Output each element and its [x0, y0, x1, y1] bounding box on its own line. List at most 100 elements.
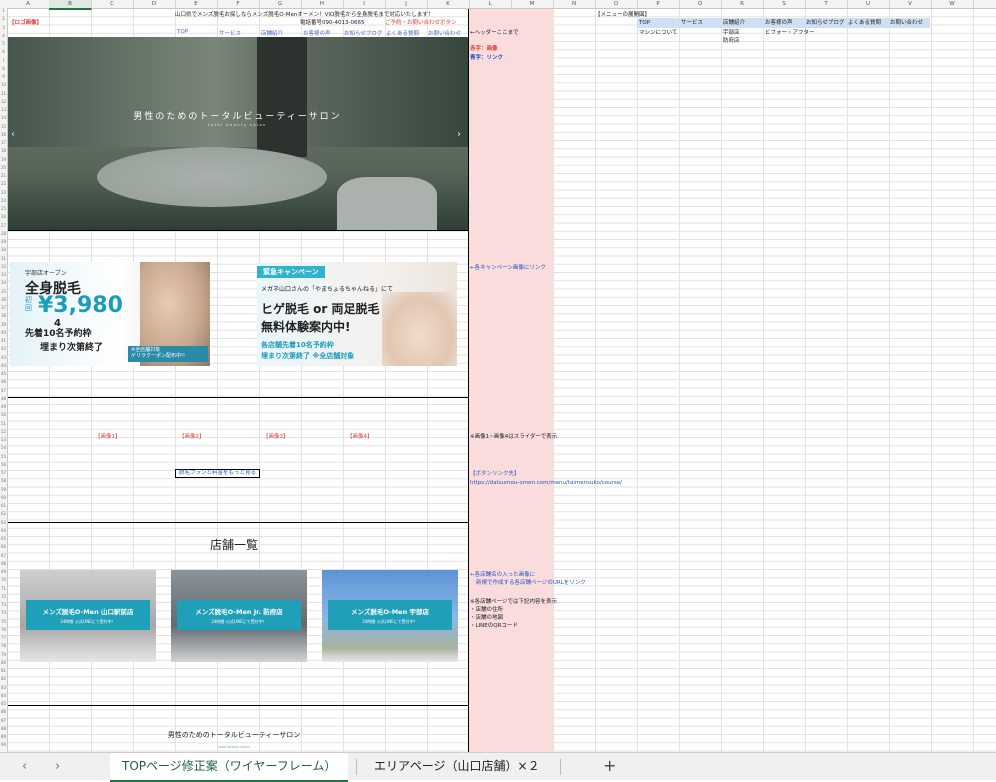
cta-button-placeholder[interactable]: ご予約・お問い合わせボタン: [385, 20, 457, 27]
campaign-banner-emergency[interactable]: 緊急キャンペーン メガネ山口さんの「やまちょるちゃんねる」にて ヒゲ脱毛 or …: [257, 262, 457, 366]
row-header[interactable]: 36: [0, 297, 7, 302]
row-header[interactable]: 84: [0, 693, 7, 698]
row-header[interactable]: 4: [0, 33, 7, 38]
column-header[interactable]: K: [427, 0, 470, 8]
row-header[interactable]: 82: [0, 676, 7, 681]
row-header[interactable]: 20: [0, 165, 7, 170]
column-header[interactable]: I: [343, 0, 386, 8]
tab-area-page[interactable]: エリアページ（山口店舗）×２: [362, 753, 552, 780]
row-header[interactable]: 60: [0, 495, 7, 500]
row-header[interactable]: 31: [0, 256, 7, 261]
column-header[interactable]: G: [259, 0, 302, 8]
prev-sheet-icon[interactable]: ‹: [22, 759, 27, 774]
row-header[interactable]: 46: [0, 379, 7, 384]
row-header[interactable]: 24: [0, 198, 7, 203]
row-header[interactable]: 3: [0, 25, 7, 30]
column-header[interactable]: C: [91, 0, 134, 8]
button-link-url[interactable]: https://datsumou-omen.com/menu/taimensuk…: [470, 480, 622, 487]
column-header[interactable]: H: [301, 0, 344, 8]
row-header[interactable]: 80: [0, 660, 7, 665]
row-header[interactable]: 64: [0, 528, 7, 533]
add-sheet-icon[interactable]: +: [603, 756, 616, 775]
row-header[interactable]: 8: [0, 66, 7, 71]
spreadsheet-grid[interactable]: 山口県でメンズ脱毛お探しならメンズ脱毛O-Menオーメン！VIO脱毛から全身脱毛…: [0, 0, 996, 752]
row-header[interactable]: 22: [0, 181, 7, 186]
column-header[interactable]: L: [469, 0, 512, 8]
row-header[interactable]: 11: [0, 91, 7, 96]
row-header[interactable]: 74: [0, 610, 7, 615]
row-header[interactable]: 90: [0, 742, 7, 747]
row-header[interactable]: 57: [0, 470, 7, 475]
column-header[interactable]: Q: [679, 0, 722, 8]
row-header[interactable]: 88: [0, 726, 7, 731]
row-header[interactable]: 52: [0, 429, 7, 434]
row-header[interactable]: 7: [0, 58, 7, 63]
column-header[interactable]: W: [931, 0, 974, 8]
row-header[interactable]: 85: [0, 701, 7, 706]
row-header[interactable]: 30: [0, 247, 7, 252]
nav-service[interactable]: サービス: [219, 29, 241, 37]
row-header[interactable]: 28: [0, 231, 7, 236]
row-header[interactable]: 69: [0, 569, 7, 574]
row-header[interactable]: 26: [0, 214, 7, 219]
row-header[interactable]: 14: [0, 115, 7, 120]
row-header[interactable]: 37: [0, 305, 7, 310]
row-header[interactable]: 53: [0, 437, 7, 442]
row-header[interactable]: 58: [0, 478, 7, 483]
row-header[interactable]: 78: [0, 643, 7, 648]
row-header[interactable]: 19: [0, 157, 7, 162]
column-header[interactable]: O: [595, 0, 638, 8]
row-header[interactable]: 21: [0, 173, 7, 178]
row-header[interactable]: 29: [0, 239, 7, 244]
row-header[interactable]: 47: [0, 388, 7, 393]
row-header[interactable]: 41: [0, 338, 7, 343]
row-header[interactable]: 59: [0, 487, 7, 492]
row-header[interactable]: 73: [0, 602, 7, 607]
row-header[interactable]: 17: [0, 140, 7, 145]
row-header[interactable]: 61: [0, 503, 7, 508]
column-header[interactable]: F: [217, 0, 260, 8]
column-header[interactable]: J: [385, 0, 428, 8]
row-header[interactable]: 40: [0, 330, 7, 335]
nav-contact[interactable]: お問い合わせ: [428, 29, 461, 37]
row-header[interactable]: 5: [0, 41, 7, 46]
row-header[interactable]: 45: [0, 371, 7, 376]
column-header[interactable]: E: [175, 0, 218, 8]
next-sheet-icon[interactable]: ›: [55, 759, 60, 774]
nav-faq[interactable]: よくある質問: [386, 29, 419, 37]
column-header[interactable]: U: [847, 0, 890, 8]
column-header[interactable]: B: [49, 0, 92, 10]
store-card-yamaguchi[interactable]: メンズ脱毛O-Men 山口駅前店 24時間 公式LINEにて受付中！: [20, 570, 156, 662]
column-header[interactable]: M: [511, 0, 554, 8]
column-header[interactable]: N: [553, 0, 596, 8]
row-header[interactable]: 42: [0, 346, 7, 351]
row-header[interactable]: 27: [0, 223, 7, 228]
row-header[interactable]: 81: [0, 668, 7, 673]
row-header[interactable]: 33: [0, 272, 7, 277]
row-header[interactable]: 79: [0, 652, 7, 657]
row-header[interactable]: 87: [0, 718, 7, 723]
row-header[interactable]: 75: [0, 619, 7, 624]
column-header[interactable]: A: [7, 0, 50, 8]
row-header[interactable]: 25: [0, 206, 7, 211]
tab-top-page-wireframe[interactable]: TOPページ修正案（ワイヤーフレーム）: [110, 753, 349, 782]
nav-blog[interactable]: お知らせブログ: [344, 29, 382, 37]
hero-prev-icon[interactable]: ‹: [11, 129, 15, 140]
row-header[interactable]: 55: [0, 454, 7, 459]
row-header[interactable]: 6: [0, 49, 7, 54]
hero-next-icon[interactable]: ›: [457, 129, 461, 140]
row-header[interactable]: 39: [0, 322, 7, 327]
row-header[interactable]: 77: [0, 635, 7, 640]
more-plans-button[interactable]: 脱毛プランと料金をもっと見る: [175, 469, 261, 478]
row-header[interactable]: 13: [0, 107, 7, 112]
row-header[interactable]: 18: [0, 148, 7, 153]
store-card-ube[interactable]: メンズ脱毛O-Men 宇部店 24時間 公式LINEにて受付中！: [322, 570, 458, 662]
row-header[interactable]: 15: [0, 124, 7, 129]
row-header[interactable]: 89: [0, 734, 7, 739]
campaign-banner-full-body[interactable]: 宇部店オープン 全身脱毛 初回 ¥3,980 4 先着10名予約枠 埋まり次第終…: [10, 262, 210, 366]
row-header[interactable]: 68: [0, 561, 7, 566]
store-card-hofu[interactable]: メンズ脱毛O-Men Jr. 防府店 24時間 公式LINEにて受付中！: [171, 570, 307, 662]
row-header[interactable]: 35: [0, 289, 7, 294]
row-header[interactable]: 71: [0, 586, 7, 591]
row-header[interactable]: 1: [0, 8, 7, 13]
